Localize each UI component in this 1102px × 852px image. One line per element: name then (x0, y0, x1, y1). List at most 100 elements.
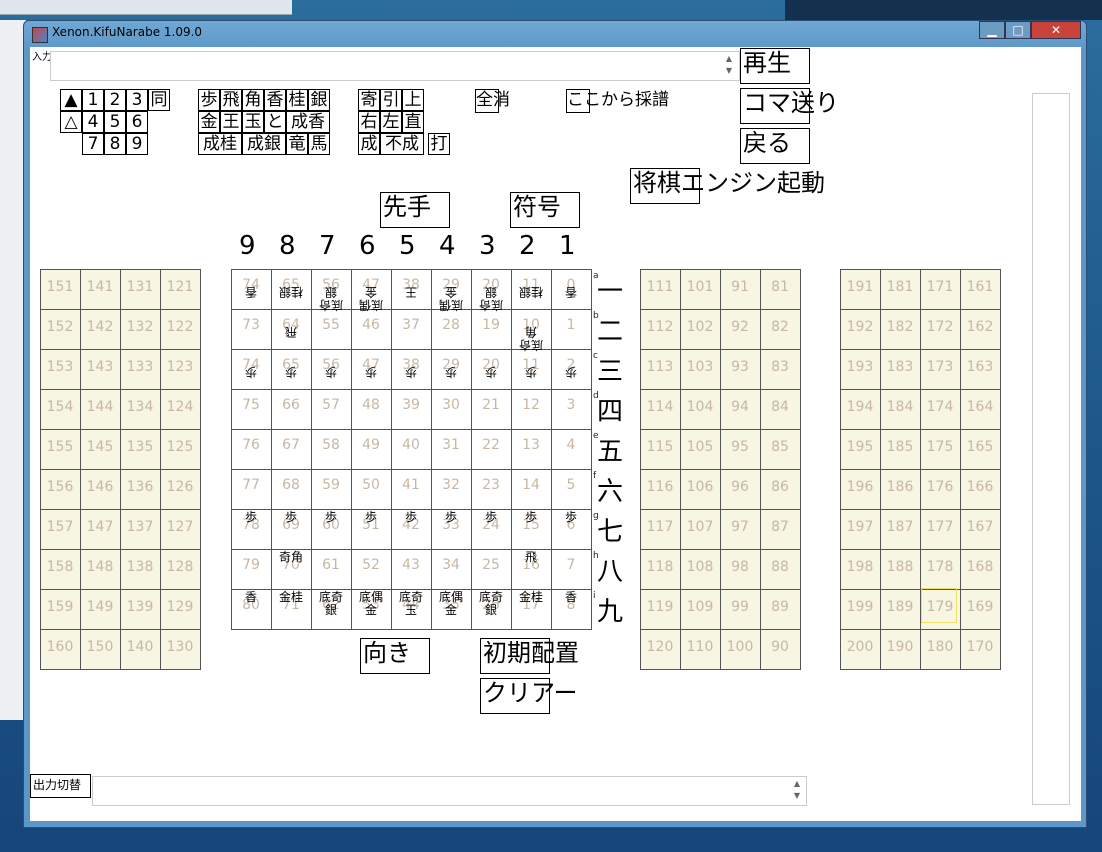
key-narikei[interactable]: 成桂 (198, 133, 242, 155)
key-ryu[interactable]: 竜 (286, 133, 308, 155)
key-9[interactable]: 9 (126, 133, 148, 155)
shogi-piece[interactable]: 歩 (234, 511, 268, 524)
step-button[interactable]: コマ送り (740, 88, 839, 124)
muki-button[interactable]: 向き (360, 638, 430, 674)
key-kei[interactable]: 桂 (286, 89, 308, 111)
key-gin[interactable]: 銀 (308, 89, 330, 111)
key-gyoku[interactable]: 玉 (242, 111, 264, 133)
sente-button[interactable]: 先手 (380, 192, 450, 228)
key-gote-mark[interactable]: △ (60, 111, 82, 133)
minimize-button[interactable]: ▁ (979, 21, 1005, 39)
shogi-piece[interactable]: 底偶金 (434, 591, 468, 617)
key-kyo[interactable]: 香 (264, 89, 286, 111)
key-narigin[interactable]: 成銀 (242, 133, 286, 155)
shogi-piece[interactable]: 底奇角 (514, 325, 548, 352)
shogi-piece[interactable]: 底奇玉 (394, 591, 428, 617)
key-hiku[interactable]: 引 (380, 89, 402, 111)
shogi-piece[interactable]: 香 (554, 591, 588, 604)
hand-cell-number: 119 (646, 599, 674, 615)
shogi-piece[interactable]: 歩 (554, 365, 588, 379)
initial-setup-button[interactable]: 初期配置 (480, 638, 579, 674)
shogi-piece[interactable]: 歩 (354, 511, 388, 524)
shogi-piece[interactable]: 金桂 (514, 591, 548, 604)
input-scroll-arrows[interactable]: ▲ ▼ (722, 53, 736, 79)
shogi-piece[interactable]: 奇角 (274, 551, 308, 564)
shogi-piece[interactable]: 歩 (314, 511, 348, 524)
shogi-piece[interactable]: 歩 (434, 511, 468, 524)
key-narazu[interactable]: 不成 (380, 133, 424, 155)
key-3[interactable]: 3 (126, 89, 148, 111)
engine-start-button[interactable]: 将棋エンジン起動 (630, 168, 825, 204)
key-hisha[interactable]: 飛 (220, 89, 242, 111)
key-kin[interactable]: 金 (198, 111, 220, 133)
key-to[interactable]: と (264, 111, 286, 133)
key-fu[interactable]: 歩 (198, 89, 220, 111)
key-kaku[interactable]: 角 (242, 89, 264, 111)
maximize-button[interactable]: □ (1005, 21, 1031, 39)
play-button[interactable]: 再生 (740, 48, 810, 84)
shogi-piece[interactable]: 桂銀 (514, 285, 548, 299)
key-sugu[interactable]: 直 (402, 111, 424, 133)
key-migi[interactable]: 右 (358, 111, 380, 133)
hand-cell-number: 162 (966, 319, 994, 335)
shogi-piece[interactable]: 歩 (314, 365, 348, 379)
clear-button[interactable]: クリアー (480, 678, 578, 714)
shogi-piece[interactable]: 歩 (474, 365, 508, 379)
key-ou[interactable]: 王 (220, 111, 242, 133)
key-same[interactable]: 同 (148, 89, 170, 111)
shogi-piece[interactable]: 底奇銀 (314, 591, 348, 617)
shogi-piece[interactable]: 歩 (554, 511, 588, 524)
output-field[interactable] (92, 776, 807, 806)
shogi-piece[interactable]: 王 (394, 285, 428, 299)
shogi-piece[interactable]: 歩 (514, 511, 548, 524)
key-7[interactable]: 7 (82, 133, 104, 155)
back-button[interactable]: 戻る (740, 128, 810, 164)
key-narikyo[interactable]: 成香 (286, 111, 330, 133)
output-scroll-arrows[interactable]: ▲ ▼ (790, 778, 804, 804)
key-8[interactable]: 8 (104, 133, 126, 155)
shogi-piece[interactable]: 金桂 (274, 591, 308, 604)
hand-cell-number: 138 (126, 559, 154, 575)
shogi-piece[interactable]: 歩 (394, 365, 428, 379)
shogi-piece[interactable]: 歩 (234, 365, 268, 379)
shogi-piece[interactable]: 桂銀 (274, 285, 308, 299)
key-utsu[interactable]: 打 (428, 133, 450, 155)
output-toggle-button[interactable]: 出力切替 (30, 774, 91, 798)
key-uma[interactable]: 馬 (308, 133, 330, 155)
key-hidari[interactable]: 左 (380, 111, 402, 133)
key-5[interactable]: 5 (104, 111, 126, 133)
close-button[interactable]: ✕ (1031, 21, 1081, 39)
shogi-piece[interactable]: 底奇銀 (314, 285, 348, 312)
shogi-piece[interactable]: 歩 (274, 511, 308, 524)
key-4[interactable]: 4 (82, 111, 104, 133)
hand-cell-number: 141 (86, 279, 114, 295)
shogi-piece[interactable]: 歩 (394, 511, 428, 524)
key-agaru[interactable]: 上 (402, 89, 424, 111)
key-yoru[interactable]: 寄 (358, 89, 380, 111)
key-sente-mark[interactable]: ▲ (60, 89, 82, 111)
shogi-piece[interactable]: 歩 (474, 511, 508, 524)
shogi-piece[interactable]: 香 (234, 591, 268, 604)
key-2[interactable]: 2 (104, 89, 126, 111)
shogi-piece[interactable]: 歩 (434, 365, 468, 379)
key-1[interactable]: 1 (82, 89, 104, 111)
shogi-piece[interactable]: 底奇銀 (474, 591, 508, 617)
board-cell-number: 13 (522, 437, 540, 453)
clear-all-button[interactable]: 全消 (475, 89, 510, 113)
shogi-piece[interactable]: 底偶金 (354, 285, 388, 312)
shogi-piece[interactable]: 底奇銀 (474, 285, 508, 312)
key-6[interactable]: 6 (126, 111, 148, 133)
shogi-piece[interactable]: 香 (234, 285, 268, 299)
shogi-piece[interactable]: 飛 (514, 551, 548, 564)
shogi-piece[interactable]: 飛 (274, 325, 308, 339)
shogi-piece[interactable]: 歩 (274, 365, 308, 379)
shogi-piece[interactable]: 香 (554, 285, 588, 299)
record-from-here-button[interactable]: ここから採譜 (566, 89, 669, 113)
shogi-piece[interactable]: 歩 (514, 365, 548, 379)
input-field[interactable] (50, 51, 740, 81)
shogi-piece[interactable]: 底偶金 (354, 591, 388, 617)
shogi-piece[interactable]: 底偶金 (434, 285, 468, 312)
key-naru[interactable]: 成 (358, 133, 380, 155)
shogi-piece[interactable]: 歩 (354, 365, 388, 379)
fugo-button[interactable]: 符号 (510, 192, 580, 228)
